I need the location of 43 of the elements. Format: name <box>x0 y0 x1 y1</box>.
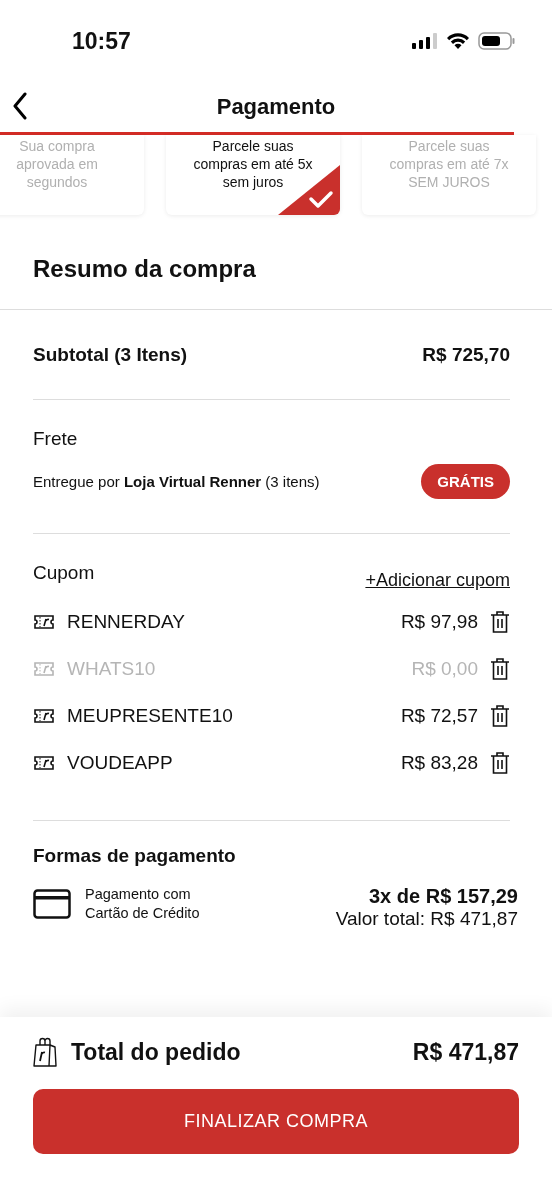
trash-icon <box>490 656 510 681</box>
section-title: Resumo da compra <box>33 255 257 283</box>
page-title: Pagamento <box>216 94 336 120</box>
status-time: 10:57 <box>72 27 131 55</box>
order-total-value: R$ 471,87 <box>412 1038 519 1066</box>
coupon-value: R$ 72,57 <box>400 704 478 727</box>
payment-method: Pagamento com Cartão de Crédito <box>85 885 201 923</box>
trash-icon <box>490 750 510 775</box>
total-value-text: Valor total: R$ 471,87 <box>335 908 518 930</box>
coupon-label: Cupom <box>33 562 95 584</box>
trash-icon <box>490 703 510 728</box>
signal-icon <box>412 33 438 49</box>
delete-button[interactable] <box>490 656 510 681</box>
coupon-value: R$ 83,28 <box>400 751 478 774</box>
coupon-code: MEUPRESENTE10 <box>67 704 233 727</box>
wifi-icon <box>446 32 470 50</box>
coupon-code: VOUDEAPP <box>67 751 173 774</box>
offer-card[interactable]: Parcele suas compras em até 5x sem juros <box>166 135 340 215</box>
delete-button[interactable] <box>490 750 510 775</box>
offer-text: Parcele suas compras em até 7x SEM JUROS <box>389 138 509 190</box>
subtotal-value: R$ 725,70 <box>422 343 510 366</box>
delivery-text: Entregue por Loja Virtual Renner (3 itens) <box>33 473 320 490</box>
delete-button[interactable] <box>490 609 510 634</box>
installments-amount: 3x de R$ 157,29 <box>368 885 518 908</box>
free-shipping-badge: GRÁTIS <box>421 464 510 499</box>
shipping-label: Frete <box>33 428 79 450</box>
order-total-label: Total do pedido <box>71 1038 241 1066</box>
offer-text: Sua compra aprovada em segundos <box>16 138 98 190</box>
add-coupon-link[interactable]: +Adicionar cupom <box>365 569 510 591</box>
coupon-code: WHATS10 <box>67 657 156 680</box>
battery-icon <box>478 32 516 50</box>
payment-title: Formas de pagamento <box>33 845 237 867</box>
coupon-value: R$ 97,98 <box>400 610 478 633</box>
delete-button[interactable] <box>490 703 510 728</box>
credit-card-icon <box>33 889 71 919</box>
subtotal-label: Subtotal (3 Itens) <box>33 343 188 366</box>
shopping-bag-icon <box>33 1037 57 1067</box>
coupon-code: RENNERDAY <box>67 610 185 633</box>
coupon-value: R$ 0,00 <box>411 657 478 680</box>
finalize-purchase-button[interactable]: FINALIZAR COMPRA <box>33 1089 519 1154</box>
offer-text: Parcele suas compras em até 5x sem juros <box>193 138 313 190</box>
back-icon <box>12 92 28 120</box>
trash-icon <box>490 609 510 634</box>
